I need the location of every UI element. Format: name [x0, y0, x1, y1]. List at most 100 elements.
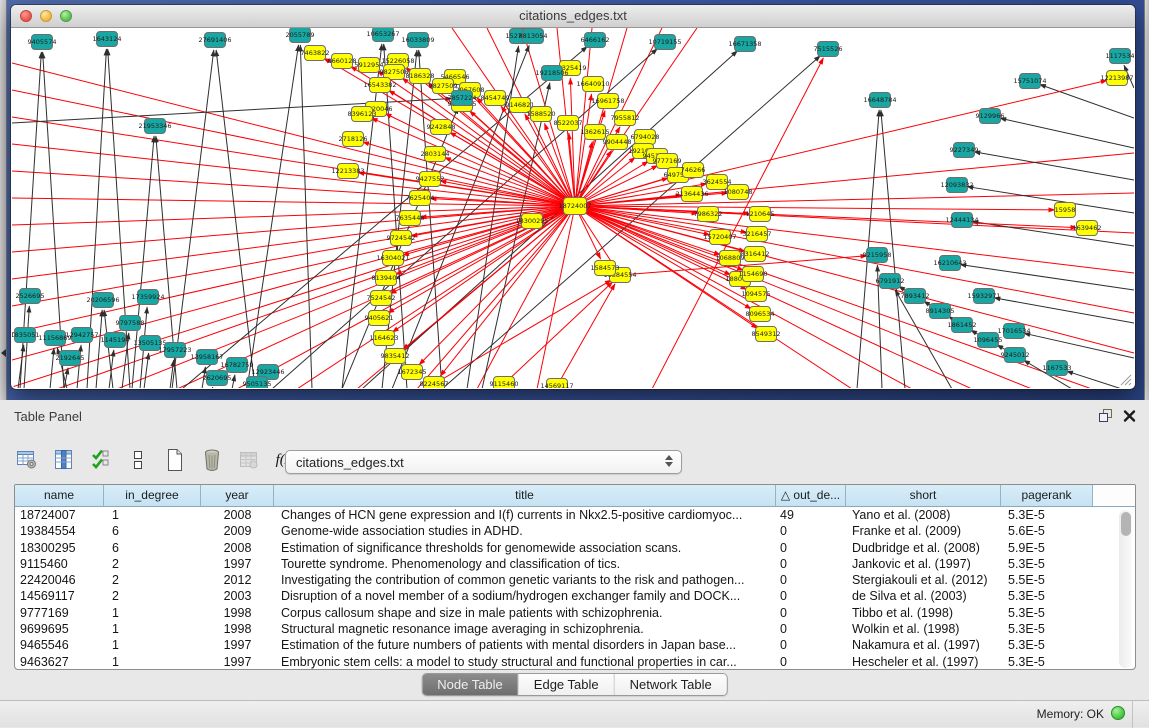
- window-resize-grip[interactable]: [1119, 373, 1132, 386]
- graph-node[interactable]: 1210645: [746, 207, 775, 222]
- left-panel-strip[interactable]: [0, 0, 7, 400]
- network-window-titlebar[interactable]: citations_edges.txt: [11, 5, 1135, 28]
- graph-node[interactable]: 16033809: [401, 33, 434, 48]
- tab-edge-table[interactable]: Edge Table: [519, 674, 615, 695]
- graph-node[interactable]: 8215958: [863, 248, 892, 263]
- graph-node[interactable]: 1080748: [724, 185, 753, 200]
- import-table-icon[interactable]: [238, 448, 260, 472]
- table-row[interactable]: 2242004622012Investigating the contribut…: [15, 572, 1135, 588]
- graph-node[interactable]: 8224567: [420, 377, 449, 389]
- graph-node[interactable]: 6466162: [581, 33, 610, 48]
- graph-node[interactable]: 8396123: [348, 107, 377, 122]
- graph-node[interactable]: 746266: [681, 163, 706, 178]
- graph-node[interactable]: 8522037: [554, 116, 583, 131]
- graph-node[interactable]: 2192645: [56, 351, 85, 366]
- graph-node[interactable]: 16640910: [576, 77, 609, 92]
- graph-node[interactable]: 6794028: [631, 130, 660, 145]
- column-header-name[interactable]: name: [15, 485, 104, 506]
- column-header-pagerank[interactable]: pagerank: [1001, 485, 1093, 506]
- graph-node[interactable]: 1584573: [591, 261, 620, 276]
- graph-node[interactable]: 9405621: [365, 311, 394, 326]
- graph-node[interactable]: 16648784: [863, 93, 896, 108]
- graph-node[interactable]: 21953346: [138, 119, 171, 134]
- graph-node[interactable]: 9245012: [1001, 348, 1030, 363]
- graph-node[interactable]: 15932971: [967, 289, 1000, 304]
- graph-node[interactable]: 12093832: [940, 178, 973, 193]
- graph-node[interactable]: 6791912: [876, 274, 905, 289]
- graph-node[interactable]: 9835412: [381, 349, 410, 364]
- graph-node[interactable]: 7857224: [448, 91, 477, 106]
- table-row[interactable]: 946554611997Estimation of the future num…: [15, 637, 1135, 653]
- graph-node[interactable]: 7893412: [901, 289, 930, 304]
- delete-table-icon[interactable]: [201, 448, 223, 472]
- graph-node[interactable]: 1167533: [1043, 361, 1072, 376]
- graph-node[interactable]: 10653267: [366, 28, 399, 42]
- table-row[interactable]: 1456911722003Disruption of a novel membe…: [15, 588, 1135, 604]
- graph-node[interactable]: 1117534: [1106, 49, 1134, 64]
- graph-node[interactable]: 2718126: [339, 132, 368, 147]
- scrollbar-thumb[interactable]: [1121, 512, 1131, 536]
- graph-node[interactable]: 1145194: [101, 333, 130, 348]
- graph-node[interactable]: 7515526: [814, 42, 843, 57]
- graph-node[interactable]: 1154690: [739, 267, 768, 282]
- graph-node[interactable]: 7635448: [396, 211, 425, 226]
- graph-node[interactable]: 9505135: [243, 377, 272, 389]
- splitter-collapse-icon[interactable]: [1, 349, 6, 357]
- table-row[interactable]: 977716911998Corpus callosum shape and si…: [15, 605, 1135, 621]
- graph-node[interactable]: 16671358: [728, 37, 761, 52]
- graph-node[interactable]: 1096455: [974, 333, 1003, 348]
- graph-node[interactable]: 8096534: [746, 307, 775, 322]
- graph-node[interactable]: 17359924: [131, 290, 164, 305]
- graph-node[interactable]: 8813054: [519, 29, 548, 44]
- graph-node[interactable]: 15958: [1055, 203, 1076, 218]
- graph-node[interactable]: 9427552: [416, 172, 445, 187]
- graph-node[interactable]: 9129966: [976, 109, 1005, 124]
- graph-node[interactable]: 9242848: [427, 120, 456, 135]
- table-row[interactable]: 1830029562008Estimation of significance …: [15, 540, 1135, 556]
- graph-node[interactable]: 7463822: [301, 46, 330, 61]
- graph-node[interactable]: 2055789: [286, 28, 315, 43]
- toggle-selection-icon[interactable]: [127, 448, 149, 472]
- graph-node[interactable]: 8316412: [741, 247, 770, 262]
- graph-node[interactable]: 9724542: [387, 231, 416, 246]
- graph-node[interactable]: 7524542: [367, 291, 396, 306]
- graph-node[interactable]: 1639462: [1073, 221, 1102, 236]
- float-window-icon[interactable]: [1098, 408, 1113, 423]
- graph-node[interactable]: 7955812: [611, 111, 640, 126]
- graph-node[interactable]: 12213383: [331, 164, 364, 179]
- graph-node[interactable]: 8549312: [752, 327, 781, 342]
- column-header-in-degree[interactable]: in_degree: [104, 485, 201, 506]
- graph-node[interactable]: 12213987: [1100, 71, 1133, 86]
- graph-node[interactable]: 1643124: [93, 32, 122, 47]
- graph-node[interactable]: 8914305: [926, 304, 955, 319]
- graph-node[interactable]: 9904448: [603, 135, 632, 150]
- graph-node[interactable]: 8139404: [372, 271, 401, 286]
- table-row[interactable]: 1872400712008Changes of HCN gene express…: [15, 507, 1135, 523]
- graph-node[interactable]: 1094575: [742, 287, 771, 302]
- table-row[interactable]: 1938455462009Genome-wide association stu…: [15, 523, 1135, 539]
- graph-node[interactable]: 3216457: [743, 227, 772, 242]
- graph-node[interactable]: 21364436: [675, 187, 708, 202]
- graph-node[interactable]: 8660128: [328, 54, 357, 69]
- table-row[interactable]: 969969511998Structural magnetic resonanc…: [15, 621, 1135, 637]
- graph-node[interactable]: 9227349: [950, 143, 979, 158]
- citation-network-graph[interactable]: 1872400774638228660128591295415226058982…: [12, 28, 1134, 388]
- zoom-window-icon[interactable]: [60, 10, 72, 22]
- tab-network-table[interactable]: Network Table: [615, 674, 727, 695]
- graph-node[interactable]: 1672345: [398, 365, 427, 380]
- tab-node-table[interactable]: Node Table: [422, 674, 519, 695]
- graph-node[interactable]: 10719155: [648, 35, 681, 50]
- create-table-icon[interactable]: [164, 448, 186, 472]
- column-header-year[interactable]: year: [201, 485, 274, 506]
- graph-node[interactable]: 14569117: [540, 379, 573, 389]
- graph-node[interactable]: 2803144: [421, 147, 450, 162]
- close-window-icon[interactable]: [20, 10, 32, 22]
- graph-node[interactable]: 9777169: [653, 154, 682, 169]
- graph-node[interactable]: 2526695: [16, 289, 45, 304]
- graph-node[interactable]: 16961758: [591, 94, 624, 109]
- graph-node[interactable]: 2620695: [203, 371, 232, 386]
- network-table-select[interactable]: citations_edges.txt: [285, 450, 682, 474]
- column-header-short[interactable]: short: [846, 485, 1001, 506]
- close-panel-icon[interactable]: [1123, 408, 1136, 423]
- graph-node[interactable]: 9405574: [28, 35, 57, 50]
